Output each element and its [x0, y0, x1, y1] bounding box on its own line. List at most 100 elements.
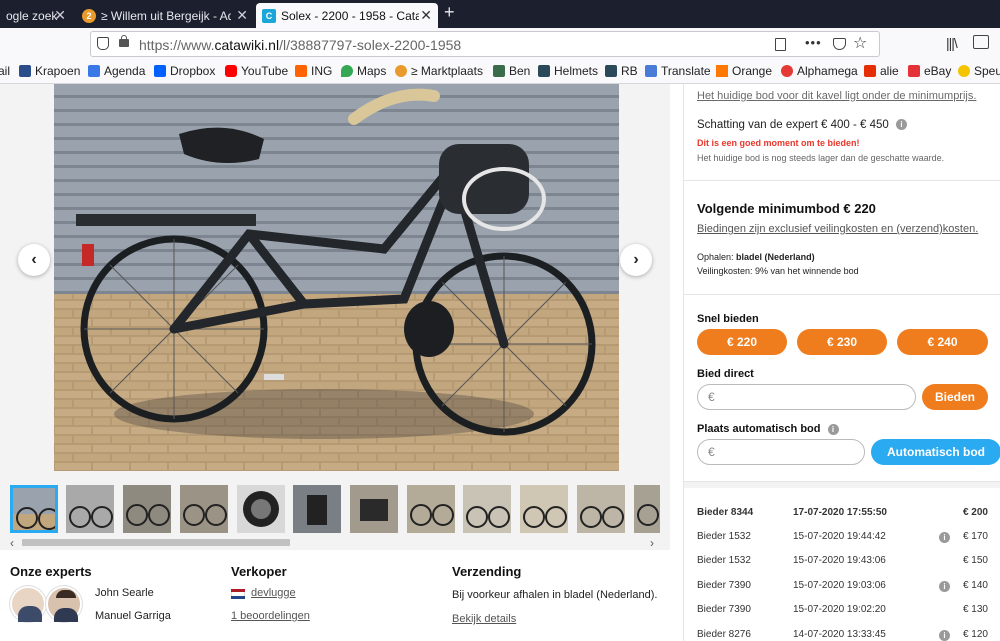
info-icon[interactable]: i — [896, 119, 908, 131]
expert-name[interactable]: Manuel Garriga — [95, 610, 171, 622]
shield-icon[interactable] — [97, 37, 109, 50]
info-icon[interactable]: i — [939, 581, 950, 592]
close-icon[interactable]: ✕ — [236, 7, 248, 24]
scrollbar-thumb[interactable] — [22, 539, 290, 546]
thumbnail-scrollbar[interactable]: ‹ › — [0, 536, 670, 550]
bookmark-ebay[interactable]: eBay — [908, 64, 951, 78]
auto-bid-button[interactable]: Automatisch bod — [871, 439, 1000, 465]
bookmark-youtube[interactable]: YouTube — [225, 64, 288, 78]
thumbnail[interactable] — [520, 485, 568, 533]
tab-marktplaats[interactable]: 2 ≥ Willem uit Bergeijk - Ad ✕ — [76, 3, 254, 28]
library-icon[interactable]: |||\ — [946, 35, 958, 51]
bookmark-label: Dropbox — [170, 64, 216, 78]
bid-amount: € 170 — [962, 531, 988, 542]
thumbnail[interactable] — [237, 485, 285, 533]
bookmark-label: ≥ Marktplaats — [411, 64, 483, 78]
shipping-details-link[interactable]: Bekijk details — [452, 613, 516, 625]
bid-history-row: Bieder 8344 17-07-2020 17:55:50 € 200 — [697, 507, 988, 531]
bidder-name: Bieder 8344 — [697, 507, 754, 518]
main-lot-photo[interactable] — [54, 84, 619, 471]
thumbnail[interactable] — [66, 485, 114, 533]
bookmark-label: Maps — [357, 64, 387, 78]
expert-avatar[interactable] — [46, 586, 82, 622]
krapoen-icon — [19, 65, 31, 77]
bookmark-translate[interactable]: Translate — [645, 64, 711, 78]
thumbnail[interactable] — [463, 485, 511, 533]
bookmark-marktplaats[interactable]: ≥ Marktplaats — [395, 64, 483, 78]
thumbnail[interactable] — [293, 485, 341, 533]
thumbnail-strip — [0, 477, 670, 542]
lot-gallery-column: ‹ › ‹ › Onze experts John Searle Manuel … — [0, 84, 670, 641]
bookmark-krapoen[interactable]: Krapoen — [19, 64, 80, 78]
quick-bid-230-button[interactable]: € 230 — [797, 329, 887, 355]
bookmark-label: Helmets — [554, 64, 599, 78]
ben-icon — [493, 65, 505, 77]
bookmark-label: Alphamega — [797, 64, 858, 78]
quick-bid-220-button[interactable]: € 220 — [697, 329, 787, 355]
next-photo-button[interactable]: › — [620, 244, 652, 276]
bookmark-speu[interactable]: Speu — [958, 64, 1000, 78]
direct-bid-heading: Bied direct — [697, 368, 754, 380]
expert-avatar[interactable] — [10, 586, 46, 622]
bookmark-rb[interactable]: RB — [605, 64, 638, 78]
url-text[interactable]: https://www.catawiki.nl/l/38887797-solex… — [139, 37, 461, 53]
reader-view-icon[interactable] — [775, 38, 786, 51]
close-icon[interactable]: ✕ — [420, 7, 432, 24]
bookmark-alphamega[interactable]: Alphamega — [781, 64, 858, 78]
bid-history: Bieder 8344 17-07-2020 17:55:50 € 200 Bi… — [684, 488, 1000, 641]
info-icon[interactable]: i — [939, 532, 950, 543]
scroll-right-icon[interactable]: › — [650, 536, 654, 550]
estimate-section: Het huidige bod voor dit kavel ligt onde… — [684, 84, 1000, 181]
bid-history-row: Bieder 7390 15-07-2020 19:02:20 € 130 — [697, 604, 988, 628]
quick-bid-240-button[interactable]: € 240 — [897, 329, 988, 355]
bookmark-agenda[interactable]: Agenda — [88, 64, 145, 78]
info-icon[interactable]: i — [939, 630, 950, 641]
expert-name[interactable]: John Searle — [95, 587, 154, 599]
address-bar[interactable]: https://www.catawiki.nl/l/38887797-solex… — [90, 31, 880, 57]
thumbnail[interactable] — [577, 485, 625, 533]
page-actions-icon[interactable]: ••• — [805, 35, 822, 50]
bid-button[interactable]: Bieden — [922, 384, 988, 410]
bookmark-ben[interactable]: Ben — [493, 64, 530, 78]
seller-reviews-link[interactable]: 1 beoordelingen — [231, 610, 310, 622]
info-icon[interactable]: i — [827, 423, 839, 435]
thumbnail[interactable] — [634, 485, 660, 533]
pocket-icon[interactable] — [833, 38, 846, 50]
reserve-note-link[interactable]: Het huidige bod voor dit kavel ligt onde… — [697, 90, 976, 102]
bid-time: 15-07-2020 19:02:20 — [793, 604, 886, 615]
thumbnail[interactable] — [123, 485, 171, 533]
thumbnail[interactable] — [407, 485, 455, 533]
bookmark-maps[interactable]: Maps — [341, 64, 386, 78]
tab-catawiki[interactable]: C Solex - 2200 - 1958 - Cata ✕ — [256, 3, 438, 28]
thumbnail[interactable] — [10, 485, 58, 533]
new-tab-button[interactable]: + — [444, 2, 455, 23]
direct-bid-input[interactable]: € — [697, 384, 916, 410]
scroll-left-icon[interactable]: ‹ — [10, 536, 14, 550]
seller-name-link[interactable]: devlugge — [251, 587, 296, 599]
close-icon[interactable]: ✕ — [54, 7, 66, 24]
bookmark-orange[interactable]: Orange — [716, 64, 772, 78]
previous-photo-button[interactable]: ‹ — [18, 244, 50, 276]
min-bid-section: Volgende minimumbod € 220 Biedingen zijn… — [684, 181, 1000, 295]
catawiki-icon: C — [262, 8, 276, 23]
shipping-text: Bij voorkeur afhalen in bladel (Nederlan… — [452, 589, 658, 601]
thumbnail[interactable] — [350, 485, 398, 533]
bookmark-ing[interactable]: ING — [295, 64, 332, 78]
bookmark-star-icon[interactable]: ☆ — [853, 33, 867, 53]
auto-bid-input[interactable]: € — [697, 439, 865, 465]
sidebar-icon[interactable] — [973, 35, 989, 49]
bid-history-row: Bieder 1532 15-07-2020 19:43:06 € 150 — [697, 555, 988, 579]
marktplaats-icon — [395, 65, 407, 77]
tab-google[interactable]: ogle zoek ✕ — [0, 3, 72, 28]
tab-label: ≥ Willem uit Bergeijk - Ad — [101, 8, 231, 23]
bookmark-dropbox[interactable]: Dropbox — [154, 64, 215, 78]
thumbnail[interactable] — [180, 485, 228, 533]
bidder-name: Bieder 7390 — [697, 580, 751, 591]
costs-note-link[interactable]: Biedingen zijn exclusief veilingkosten e… — [697, 223, 978, 235]
shipping-heading: Verzending — [452, 564, 522, 579]
bookmark-mail[interactable]: ail — [0, 64, 10, 78]
auto-bid-title: Plaats automatisch bod — [697, 423, 821, 435]
bookmark-helmets[interactable]: Helmets — [538, 64, 598, 78]
dropbox-icon — [154, 65, 166, 77]
bookmark-aliexpress[interactable]: alie — [864, 64, 899, 78]
